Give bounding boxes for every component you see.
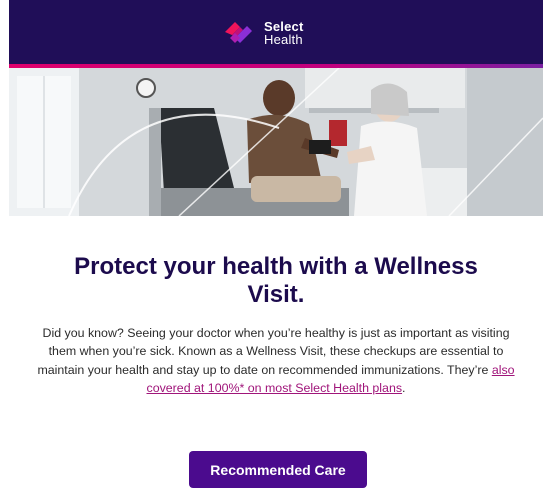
brand-name: Select Health [264, 20, 304, 46]
body-text: Did you know? Seeing your doctor when yo… [37, 326, 510, 377]
email-body: Select Health Protect your health with a… [9, 0, 543, 490]
email-header: Select Health [9, 0, 543, 64]
brand-line-2: Health [264, 32, 303, 47]
select-health-logo-icon [225, 22, 252, 43]
brand-logo[interactable]: Select Health [221, 16, 304, 50]
recommended-care-button[interactable]: Recommended Care [189, 451, 367, 488]
headline-line-1: Protect your health with a Wellness [74, 253, 478, 280]
body-copy: Did you know? Seeing your doctor when yo… [31, 324, 521, 397]
body-end: . [402, 380, 406, 395]
doctor-patient-photo [9, 68, 543, 216]
headline-line-2: Visit. [247, 281, 305, 308]
headline: Protect your health with a Wellness Visi… [39, 253, 513, 309]
hero-image [9, 68, 543, 216]
